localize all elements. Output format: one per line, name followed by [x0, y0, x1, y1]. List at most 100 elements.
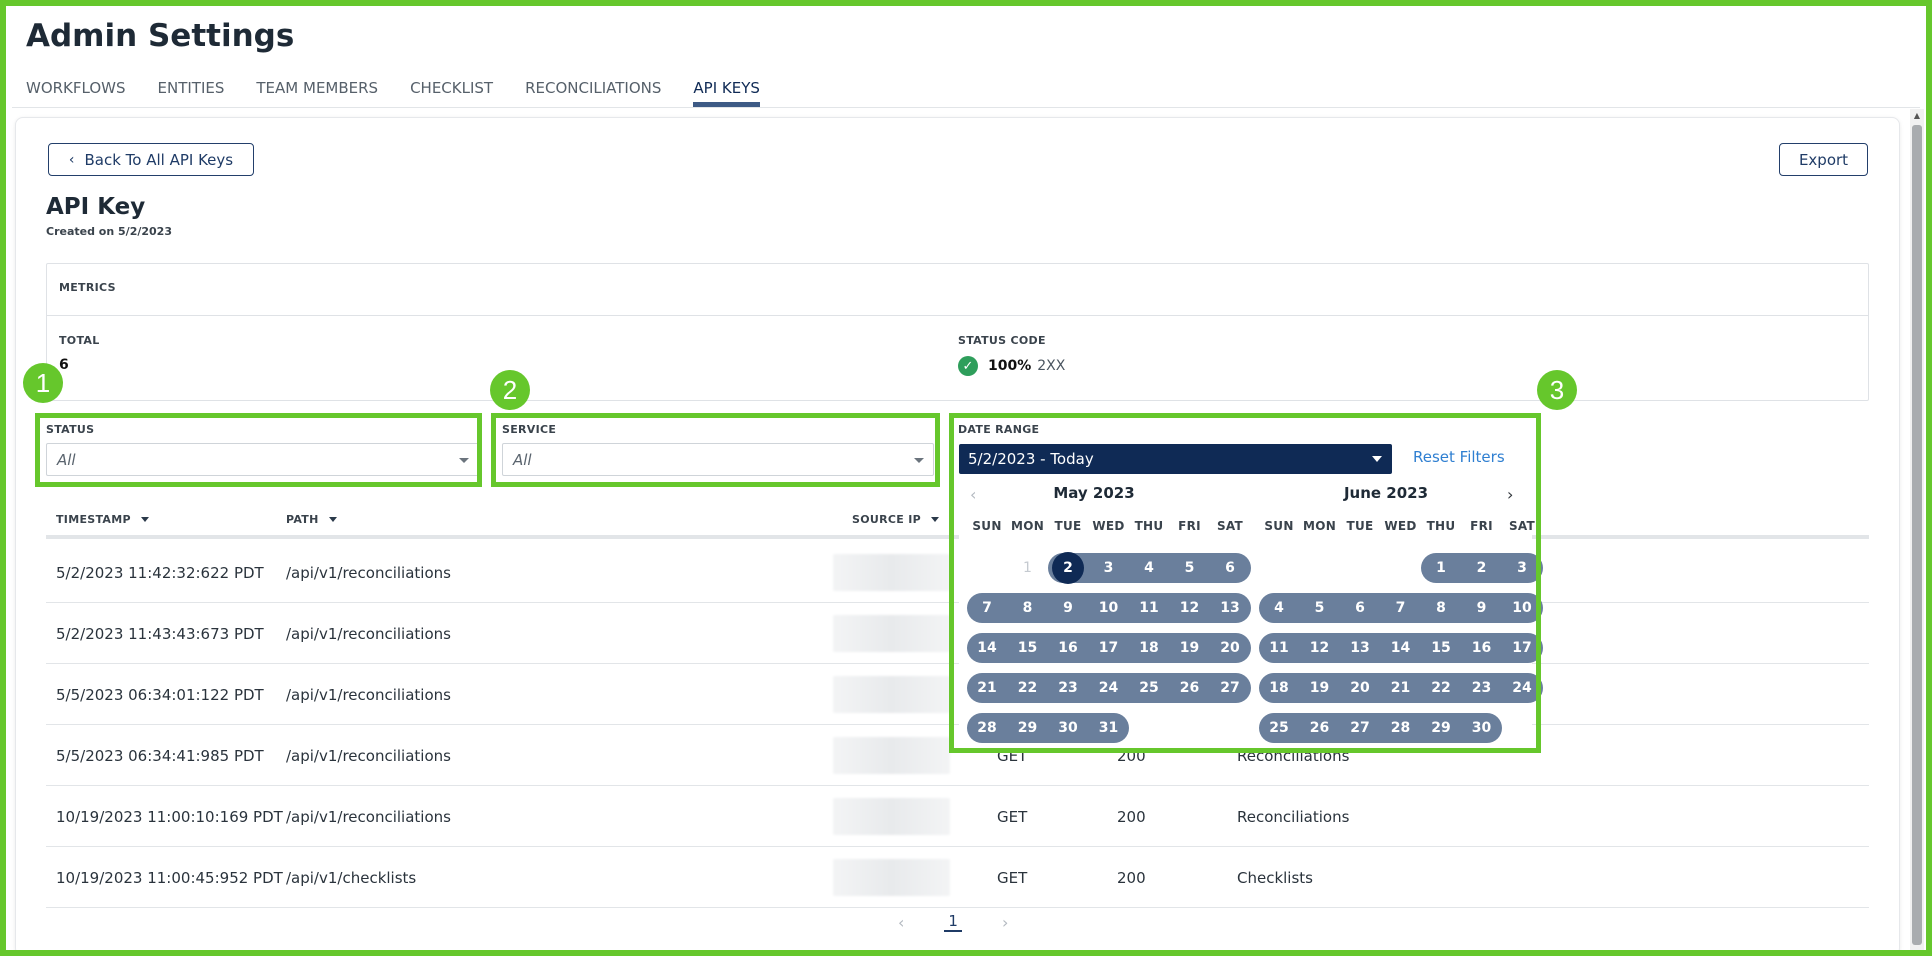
calendar-day-may-30[interactable]: 30: [1048, 713, 1088, 743]
calendar-day-june-23[interactable]: 23: [1462, 673, 1502, 703]
timestamp-cell: 5/5/2023 06:34:01:122 PDT: [56, 686, 264, 704]
calendar-day-june-1[interactable]: 1: [1421, 553, 1461, 583]
redacted-source-ip: [833, 554, 950, 591]
calendar-day-may-11[interactable]: 11: [1129, 593, 1169, 623]
calendar-day-may-3[interactable]: 3: [1089, 553, 1129, 583]
table-row[interactable]: 5/2/2023 11:43:43:673 PDT /api/v1/reconc…: [46, 603, 1869, 664]
calendar-day-june-2[interactable]: 2: [1462, 553, 1502, 583]
calendar-day-june-11[interactable]: 11: [1259, 633, 1299, 663]
calendar-day-may-25[interactable]: 25: [1129, 673, 1169, 703]
calendar-day-may-19[interactable]: 19: [1170, 633, 1210, 663]
calendar-day-may-14[interactable]: 14: [967, 633, 1007, 663]
calendar-day-may-4[interactable]: 4: [1129, 553, 1169, 583]
calendar-day-may-23[interactable]: 23: [1048, 673, 1088, 703]
calendar-day-may-31[interactable]: 31: [1089, 713, 1129, 743]
back-to-api-keys-button[interactable]: ‹ Back To All API Keys: [48, 143, 254, 176]
status-code-label: STATUS CODE: [958, 334, 1046, 347]
service-filter-select[interactable]: All: [502, 443, 934, 476]
tab-checklist[interactable]: CHECKLIST: [410, 76, 493, 107]
tab-team-members[interactable]: TEAM MEMBERS: [256, 76, 378, 107]
calendar-day-may-13[interactable]: 13: [1210, 593, 1250, 623]
calendar-day-may-5[interactable]: 5: [1170, 553, 1210, 583]
chevron-right-icon[interactable]: ›: [1002, 913, 1008, 932]
calendar-day-june-19[interactable]: 19: [1300, 673, 1340, 703]
calendar-day-june-21[interactable]: 21: [1381, 673, 1421, 703]
calendar-day-june-9[interactable]: 9: [1462, 593, 1502, 623]
calendar-day-may-20[interactable]: 20: [1210, 633, 1250, 663]
metrics-header: METRICS: [47, 264, 1868, 316]
calendar-day-june-14[interactable]: 14: [1381, 633, 1421, 663]
calendar-day-june-7[interactable]: 7: [1381, 593, 1421, 623]
calendar-day-may-2[interactable]: 2: [1048, 552, 1088, 584]
calendar-day-may-9[interactable]: 9: [1048, 593, 1088, 623]
column-header-timestamp[interactable]: TIMESTAMP: [56, 513, 149, 526]
table-row[interactable]: 5/5/2023 06:34:01:122 PDT /api/v1/reconc…: [46, 664, 1869, 725]
method-cell: GET: [997, 869, 1028, 887]
tab-api-keys[interactable]: API KEYS: [693, 76, 760, 107]
calendar-day-june-25[interactable]: 25: [1259, 713, 1299, 743]
calendar-day-may-1[interactable]: 1: [1008, 553, 1048, 583]
calendar-day-may-27[interactable]: 27: [1210, 673, 1250, 703]
calendar-day-june-4[interactable]: 4: [1259, 593, 1299, 623]
calendar-day-may-7[interactable]: 7: [967, 593, 1007, 623]
chevron-left-icon: ‹: [68, 151, 75, 168]
page-number-current[interactable]: 1: [944, 912, 962, 932]
calendar-day-june-15[interactable]: 15: [1421, 633, 1461, 663]
reset-filters-link[interactable]: Reset Filters: [1413, 448, 1505, 466]
settings-tabs: WORKFLOWS ENTITIES TEAM MEMBERS CHECKLIS…: [26, 76, 792, 107]
table-row[interactable]: 5/5/2023 06:34:41:985 PDT /api/v1/reconc…: [46, 725, 1869, 786]
calendar-day-june-5[interactable]: 5: [1300, 593, 1340, 623]
calendar-day-may-16[interactable]: 16: [1048, 633, 1088, 663]
table-row[interactable]: 10/19/2023 11:00:10:169 PDT /api/v1/reco…: [46, 786, 1869, 847]
calendar-day-june-24[interactable]: 24: [1502, 673, 1542, 703]
calendar-day-may-15[interactable]: 15: [1008, 633, 1048, 663]
calendar-day-may-29[interactable]: 29: [1008, 713, 1048, 743]
calendar-day-may-18[interactable]: 18: [1129, 633, 1169, 663]
calendar-day-june-6[interactable]: 6: [1340, 593, 1380, 623]
calendar-day-june-27[interactable]: 27: [1340, 713, 1380, 743]
calendar-day-may-26[interactable]: 26: [1170, 673, 1210, 703]
calendar-day-june-26[interactable]: 26: [1300, 713, 1340, 743]
weekday-label-thu: THU: [1426, 519, 1456, 533]
sort-down-icon: [328, 517, 337, 522]
calendar-day-june-12[interactable]: 12: [1300, 633, 1340, 663]
table-row[interactable]: 5/2/2023 11:42:32:622 PDT /api/v1/reconc…: [46, 542, 1869, 603]
status-filter-select[interactable]: All: [46, 443, 479, 476]
calendar-day-june-3[interactable]: 3: [1502, 553, 1542, 583]
tab-reconciliations[interactable]: RECONCILIATIONS: [525, 76, 661, 107]
table-row[interactable]: 10/19/2023 11:00:45:952 PDT /api/v1/chec…: [46, 847, 1869, 908]
calendar-day-june-30[interactable]: 30: [1462, 713, 1502, 743]
calendar-day-may-10[interactable]: 10: [1089, 593, 1129, 623]
chevron-left-icon[interactable]: ‹: [898, 913, 904, 932]
tab-entities[interactable]: ENTITIES: [158, 76, 225, 107]
calendar-day-june-20[interactable]: 20: [1340, 673, 1380, 703]
page-title: Admin Settings: [26, 18, 295, 54]
date-range-picker[interactable]: 5/2/2023 - Today: [959, 444, 1392, 474]
weekday-label-sat: SAT: [1216, 519, 1244, 533]
scroll-up-arrow-icon[interactable]: ▲: [1912, 111, 1922, 121]
calendar-day-june-28[interactable]: 28: [1381, 713, 1421, 743]
calendar-day-june-29[interactable]: 29: [1421, 713, 1461, 743]
export-button[interactable]: Export: [1779, 143, 1868, 176]
calendar-day-june-17[interactable]: 17: [1502, 633, 1542, 663]
sort-down-icon: [140, 517, 149, 522]
calendar-day-may-6[interactable]: 6: [1210, 553, 1250, 583]
status-cell: 200: [1117, 808, 1146, 826]
column-header-source-ip[interactable]: SOURCE IP: [852, 513, 939, 526]
calendar-day-june-8[interactable]: 8: [1421, 593, 1461, 623]
calendar-day-june-22[interactable]: 22: [1421, 673, 1461, 703]
calendar-day-may-17[interactable]: 17: [1089, 633, 1129, 663]
scrollbar-thumb[interactable]: [1912, 125, 1922, 945]
tab-workflows[interactable]: WORKFLOWS: [26, 76, 126, 107]
calendar-day-may-8[interactable]: 8: [1008, 593, 1048, 623]
calendar-day-june-18[interactable]: 18: [1259, 673, 1299, 703]
calendar-day-may-22[interactable]: 22: [1008, 673, 1048, 703]
calendar-day-june-13[interactable]: 13: [1340, 633, 1380, 663]
calendar-day-may-24[interactable]: 24: [1089, 673, 1129, 703]
calendar-day-june-10[interactable]: 10: [1502, 593, 1542, 623]
column-header-path[interactable]: PATH: [286, 513, 337, 526]
calendar-day-may-12[interactable]: 12: [1170, 593, 1210, 623]
calendar-day-may-28[interactable]: 28: [967, 713, 1007, 743]
calendar-day-june-16[interactable]: 16: [1462, 633, 1502, 663]
calendar-day-may-21[interactable]: 21: [967, 673, 1007, 703]
